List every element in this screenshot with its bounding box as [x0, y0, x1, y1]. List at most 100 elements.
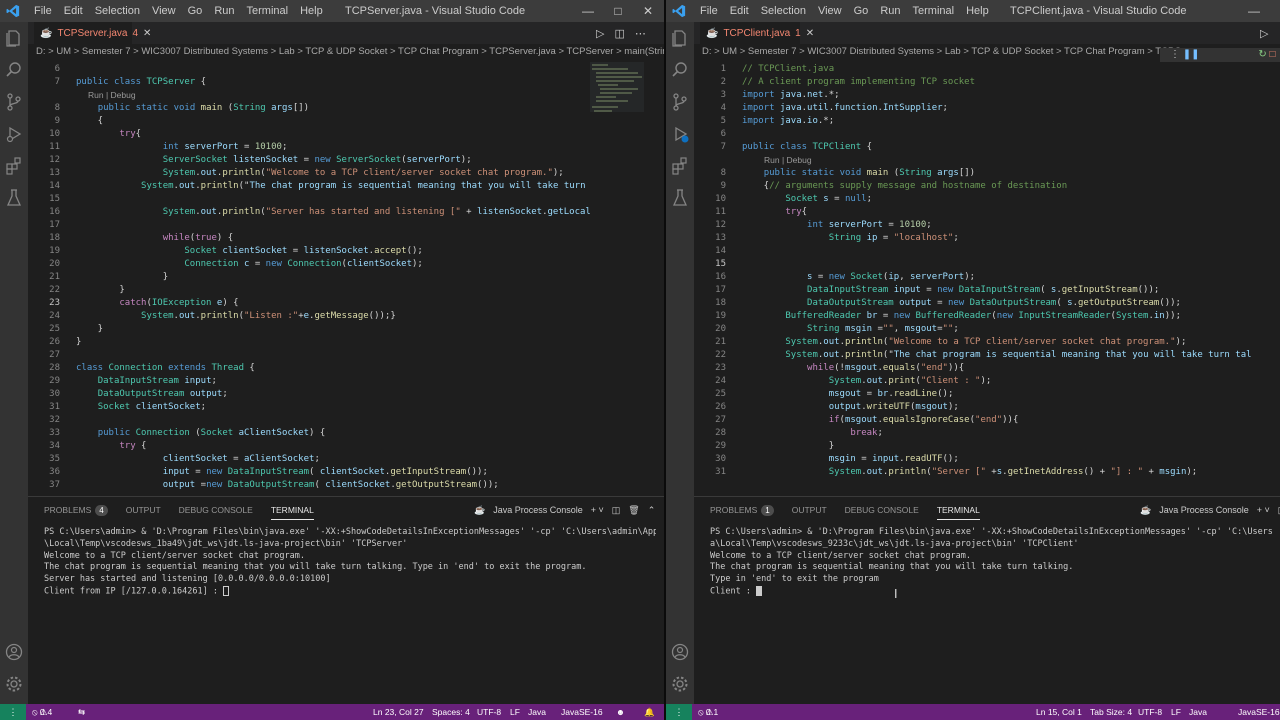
code-line[interactable]: 19 Socket clientSocket = listenSocket.ac…: [28, 245, 423, 258]
code-line[interactable]: 3 import java.net.*;: [694, 89, 840, 102]
code-line[interactable]: 4 import java.util.function.IntSupplier;: [694, 102, 948, 115]
code-line[interactable]: 18 DataOutputStream output = new DataOut…: [694, 297, 1181, 310]
code-line[interactable]: 12 int serverPort = 10100;: [694, 219, 932, 232]
maximize-button[interactable]: □: [604, 0, 632, 22]
extensions-icon[interactable]: [670, 156, 690, 176]
code-line[interactable]: 13 String ip = "localhost";: [694, 232, 959, 245]
code-lens-run-debug[interactable]: Run | Debug: [88, 89, 136, 102]
status-sync-icon[interactable]: ⇆: [78, 704, 85, 720]
code-line[interactable]: 26 output.writeUTF(msgout);: [694, 401, 959, 414]
status-position[interactable]: Ln 23, Col 27: [373, 704, 424, 720]
code-line[interactable]: 25 msgout = br.readLine();: [694, 388, 953, 401]
kill-terminal-icon[interactable]: 🗑: [628, 505, 639, 516]
status-problems[interactable]: ⦸ 0 ⚠ 4: [32, 704, 52, 720]
code-line[interactable]: 1 // TCPClient.java: [694, 63, 835, 76]
code-line[interactable]: 32: [28, 414, 60, 427]
code-line[interactable]: 22 }: [28, 284, 125, 297]
code-editor[interactable]: 6 7 public class TCPServer {Run | Debug 8 p…: [28, 60, 590, 496]
menu-go[interactable]: Go: [848, 5, 875, 17]
testing-icon[interactable]: [670, 188, 690, 208]
account-icon[interactable]: [670, 642, 690, 662]
search-icon[interactable]: [4, 60, 24, 80]
status-encoding[interactable]: UTF-8: [477, 704, 501, 720]
code-line[interactable]: 21 System.out.println("Welcome to a TCP …: [694, 336, 1186, 349]
code-line[interactable]: 15: [694, 258, 726, 271]
code-line[interactable]: 17: [28, 219, 60, 232]
settings-gear-icon[interactable]: [670, 674, 690, 694]
code-line[interactable]: 10 Socket s = null;: [694, 193, 872, 206]
split-terminal-icon[interactable]: ◫: [612, 505, 621, 516]
menu-edit[interactable]: Edit: [724, 5, 755, 17]
code-line[interactable]: 30 DataOutputStream output;: [28, 388, 228, 401]
menu-edit[interactable]: Edit: [58, 5, 89, 17]
status-jdk[interactable]: JavaSE-16: [561, 704, 603, 720]
code-line[interactable]: 26}: [28, 336, 81, 349]
code-line[interactable]: 12 ServerSocket listenSocket = new Serve…: [28, 154, 471, 167]
code-line[interactable]: 15: [28, 193, 60, 206]
code-line[interactable]: 6: [28, 63, 60, 76]
code-line[interactable]: 33 public Connection (Socket aClientSock…: [28, 427, 325, 440]
account-icon[interactable]: [4, 642, 24, 662]
code-line[interactable]: 10 try{: [28, 128, 141, 141]
code-line[interactable]: 17 DataInputStream input = new DataInput…: [694, 284, 1159, 297]
status-position[interactable]: Ln 15, Col 1: [1036, 704, 1082, 720]
tab-tcpserver[interactable]: ☕ TCPServer.java 4 ✕: [34, 22, 151, 44]
code-line[interactable]: 24 System.out.print("Client : ");: [694, 375, 991, 388]
code-line[interactable]: 8 public static void main (String args[]…: [28, 102, 310, 115]
tab-problems[interactable]: PROBLEMS 1: [710, 497, 774, 523]
code-line[interactable]: 27: [28, 349, 60, 362]
menu-view[interactable]: View: [146, 5, 182, 17]
terminal-select[interactable]: Java Process Console: [1159, 505, 1249, 515]
code-line[interactable]: 6: [694, 128, 726, 141]
code-line[interactable]: 7 public class TCPServer {: [28, 76, 207, 89]
status-problems[interactable]: ⦸ 0 ⚠ 1: [698, 704, 718, 720]
code-line[interactable]: 27 if(msgout.equalsIgnoreCase("end")){: [694, 414, 1018, 427]
menu-help[interactable]: Help: [960, 5, 995, 17]
status-language[interactable]: Java: [1189, 704, 1207, 720]
minimize-button[interactable]: —: [1240, 0, 1268, 22]
explorer-icon[interactable]: [4, 28, 24, 48]
breadcrumb[interactable]: D: > UM > Semester 7 > WIC3007 Distribut…: [28, 44, 664, 60]
code-line[interactable]: 20 String msgin ="", msgout="";: [694, 323, 959, 336]
status-language[interactable]: Java: [528, 704, 546, 720]
pause-icon[interactable]: ❚❚: [1183, 49, 1200, 60]
code-line[interactable]: 28 class Connection extends Thread {: [28, 362, 255, 375]
notifications-icon[interactable]: 🔔: [644, 704, 655, 720]
code-line[interactable]: 22 System.out.println("The chat program …: [694, 349, 1251, 362]
minimap[interactable]: [588, 60, 660, 496]
code-line[interactable]: 13 System.out.println("Welcome to a TCP …: [28, 167, 564, 180]
menu-file[interactable]: File: [694, 5, 724, 17]
menu-go[interactable]: Go: [182, 5, 209, 17]
menu-view[interactable]: View: [812, 5, 848, 17]
code-line[interactable]: 21 }: [28, 271, 168, 284]
extensions-icon[interactable]: [4, 156, 24, 176]
run-icon[interactable]: ▷: [596, 27, 604, 40]
tab-output[interactable]: OUTPUT: [126, 497, 161, 523]
status-eol[interactable]: LF: [510, 704, 520, 720]
code-editor[interactable]: 1 // TCPClient.java 2 // A client program i…: [694, 60, 1280, 496]
menu-selection[interactable]: Selection: [89, 5, 146, 17]
code-line[interactable]: 18 while(true) {: [28, 232, 233, 245]
menu-selection[interactable]: Selection: [755, 5, 812, 17]
maximize-panel-icon[interactable]: ⌃: [648, 505, 656, 516]
status-eol[interactable]: LF: [1171, 704, 1181, 720]
close-tab-icon[interactable]: ✕: [143, 28, 151, 39]
code-line[interactable]: 19 BufferedReader br = new BufferedReade…: [694, 310, 1181, 323]
stop-icon[interactable]: □: [1270, 49, 1276, 60]
code-line[interactable]: 9 {// arguments supply message and hostn…: [694, 180, 1068, 193]
settings-gear-icon[interactable]: [4, 674, 24, 694]
tab-problems[interactable]: PROBLEMS 4: [44, 497, 108, 523]
code-line[interactable]: 11 try{: [694, 206, 807, 219]
split-editor-icon[interactable]: ◫: [614, 27, 624, 40]
code-line[interactable]: 2 // A client program implementing TCP so…: [694, 76, 975, 89]
menu-terminal[interactable]: Terminal: [241, 5, 295, 17]
code-line[interactable]: 28 break;: [694, 427, 883, 440]
remote-indicator-icon[interactable]: ⋮: [666, 704, 692, 720]
code-lens-run-debug[interactable]: Run | Debug: [764, 154, 812, 167]
feedback-icon[interactable]: ☻: [616, 704, 625, 720]
testing-icon[interactable]: [4, 188, 24, 208]
terminal-output[interactable]: PS C:\Users\admin> & 'D:\Program Files\b…: [710, 527, 1272, 598]
code-line[interactable]: 7 public class TCPClient {: [694, 141, 873, 154]
drag-handle-icon[interactable]: ⋮: [1170, 49, 1180, 60]
code-line[interactable]: 8 public static void main (String args[]…: [694, 167, 976, 180]
